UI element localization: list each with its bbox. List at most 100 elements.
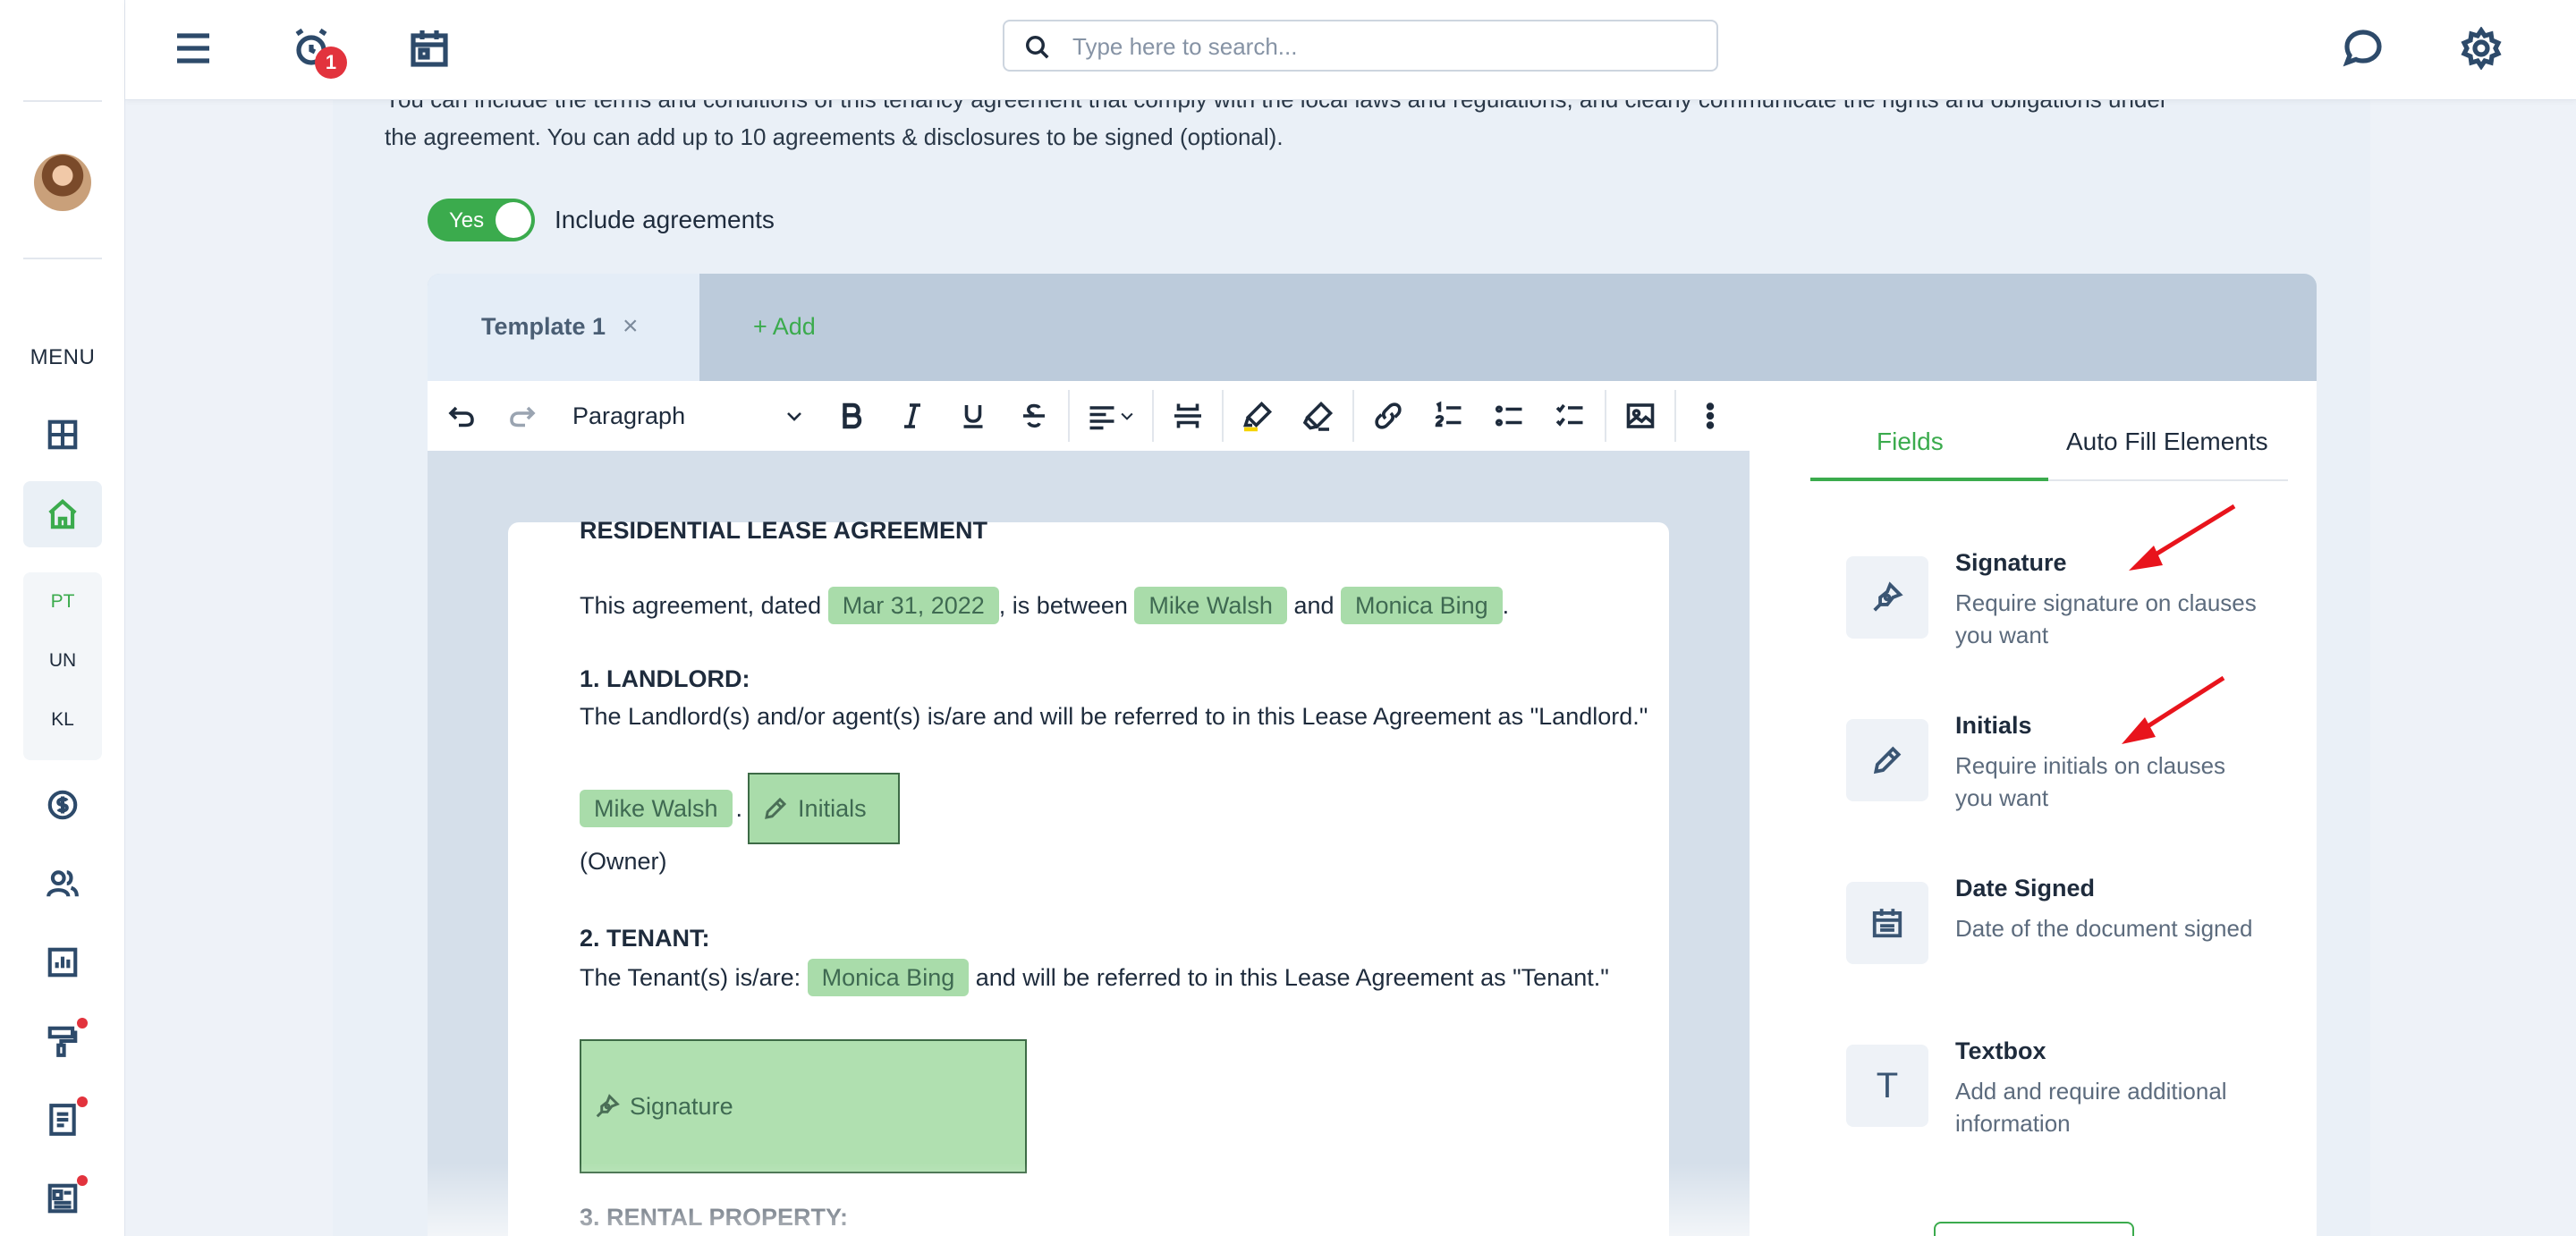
document-title: RESIDENTIAL LEASE AGREEMENT	[580, 517, 988, 544]
underline-icon[interactable]	[943, 381, 1004, 451]
signature-field[interactable]: Signature	[580, 1039, 1027, 1173]
toolbar-separator	[1674, 390, 1676, 442]
field-textbox[interactable]: T Textbox Add and require additional inf…	[1846, 1037, 2275, 1161]
annotation-arrow	[2129, 504, 2236, 571]
sidebar-divider	[23, 100, 102, 102]
toolbar-separator	[1222, 390, 1224, 442]
tenant-name-chip[interactable]: Monica Bing	[807, 959, 970, 996]
tenant-text: The Tenant(s) is/are:	[580, 964, 801, 991]
field-title: Initials	[1955, 712, 2032, 739]
intro-text: and	[1293, 592, 1335, 619]
field-description: Require initials on clauses you want	[1955, 752, 2226, 811]
people-icon[interactable]	[41, 862, 84, 905]
italic-icon[interactable]	[882, 381, 943, 451]
include-agreements-row: Yes Include agreements	[428, 199, 775, 241]
field-title: Textbox	[1955, 1037, 2046, 1064]
numbered-list-icon[interactable]	[1419, 381, 1479, 451]
landlord-sign-line: Mike Walsh . Initials	[580, 773, 901, 844]
bold-icon[interactable]	[821, 381, 882, 451]
field-description: Require signature on clauses you want	[1955, 589, 2257, 648]
toggle-label: Include agreements	[555, 206, 775, 233]
property-switcher: PT UN KL	[23, 572, 102, 760]
page-break-icon[interactable]	[1157, 381, 1218, 451]
link-icon[interactable]	[1358, 381, 1419, 451]
landlord-heading: 1. LANDLORD:	[580, 665, 750, 692]
add-template-button[interactable]: + Add	[753, 313, 816, 341]
date-chip[interactable]: Mar 31, 2022	[827, 587, 999, 624]
toolbar-separator	[1152, 390, 1154, 442]
chat-icon[interactable]	[2336, 21, 2390, 75]
search-input[interactable]	[1072, 30, 1699, 63]
undo-icon[interactable]	[431, 381, 492, 451]
block-format-value: Paragraph	[572, 402, 686, 429]
tab-auto-fill-elements[interactable]: Auto Fill Elements	[2066, 428, 2268, 456]
bulleted-list-icon[interactable]	[1479, 381, 1540, 451]
notification-dot	[77, 1175, 88, 1186]
rental-heading: 3. RENTAL PROPERTY:	[580, 1204, 849, 1231]
image-icon[interactable]	[1610, 381, 1671, 451]
highlighter-icon[interactable]	[1227, 381, 1288, 451]
tab-template-1[interactable]: Template 1 ×	[428, 274, 699, 381]
toolbar-separator	[1352, 390, 1354, 442]
gear-icon[interactable]	[2454, 21, 2508, 75]
payments-icon[interactable]	[41, 783, 84, 826]
tab-fields[interactable]: Fields	[1877, 428, 1944, 456]
initials-field[interactable]: Initials	[748, 773, 901, 844]
calendar-icon	[1846, 882, 1928, 964]
todo-list-icon[interactable]	[1540, 381, 1601, 451]
toolbar-separator	[1068, 390, 1070, 442]
intro-text: .	[1502, 592, 1510, 619]
annotation-arrow	[2122, 675, 2225, 744]
tenant-line: The Tenant(s) is/are: Monica Bing and wi…	[580, 959, 1609, 996]
close-icon[interactable]: ×	[623, 311, 639, 342]
editor-container: Paragraph RESIDENTIAL LEASE AGREEMENT Th…	[428, 381, 2317, 1236]
block-format-select[interactable]: Paragraph	[553, 381, 821, 451]
panel-action-button[interactable]	[1934, 1222, 2134, 1236]
tenant-heading: 2. TENANT:	[580, 925, 710, 952]
chevron-down-icon	[1121, 412, 1133, 420]
property-item-kl[interactable]: KL	[23, 690, 102, 749]
redo-icon[interactable]	[492, 381, 553, 451]
eraser-icon[interactable]	[1288, 381, 1349, 451]
property-item-pt[interactable]: PT	[23, 572, 102, 631]
chevron-down-icon	[787, 412, 801, 421]
property-item-un[interactable]: UN	[23, 631, 102, 690]
notification-dot	[77, 1096, 88, 1107]
notification-dot	[77, 1018, 88, 1029]
pen-nib-icon	[1846, 556, 1928, 639]
initials-field-label: Initials	[798, 794, 867, 822]
menu-label: MENU	[30, 345, 96, 369]
tab-label: Template 1	[481, 313, 606, 340]
active-tab-indicator	[1810, 478, 2048, 481]
description-line: the agreement. You can add up to 10 agre…	[385, 123, 1284, 150]
more-options-icon[interactable]	[1680, 381, 1741, 451]
home-icon[interactable]	[23, 481, 102, 547]
toggle-knob	[496, 202, 531, 238]
dashboard-icon[interactable]	[41, 413, 84, 456]
template-tabs: Template 1 × + Add	[428, 274, 2317, 381]
include-agreements-toggle[interactable]: Yes	[428, 199, 535, 241]
align-dropdown[interactable]	[1073, 381, 1148, 451]
landlord-sign-chip[interactable]: Mike Walsh	[580, 790, 733, 827]
field-description: Date of the document signed	[1955, 915, 2253, 942]
editor-toolbar: Paragraph	[428, 381, 1750, 451]
text-icon: T	[1846, 1045, 1928, 1127]
field-date-signed[interactable]: Date Signed Date of the document signed	[1846, 875, 2275, 998]
toggle-value: Yes	[449, 208, 485, 233]
text-glyph: T	[1876, 1065, 1899, 1105]
top-bar: 1	[125, 0, 2576, 100]
calendar-icon[interactable]	[402, 21, 456, 75]
document-page[interactable]: RESIDENTIAL LEASE AGREEMENT This agreeme…	[508, 517, 1669, 1236]
landlord-chip[interactable]: Mike Walsh	[1134, 587, 1287, 624]
alarm-icon[interactable]: 1	[284, 21, 347, 79]
intro-text: This agreement, dated	[580, 592, 822, 619]
tenant-text: and will be referred to in this Lease Ag…	[975, 964, 1609, 991]
tenant-chip[interactable]: Monica Bing	[1341, 587, 1503, 624]
hamburger-menu-icon[interactable]	[166, 21, 220, 75]
strikethrough-icon[interactable]	[1004, 381, 1064, 451]
agreement-intro-line: This agreement, dated Mar 31, 2022, is b…	[580, 587, 1509, 624]
avatar[interactable]	[34, 154, 91, 211]
signature-field-label: Signature	[630, 1092, 733, 1120]
toolbar-separator	[1605, 390, 1606, 442]
reports-icon[interactable]	[41, 941, 84, 984]
